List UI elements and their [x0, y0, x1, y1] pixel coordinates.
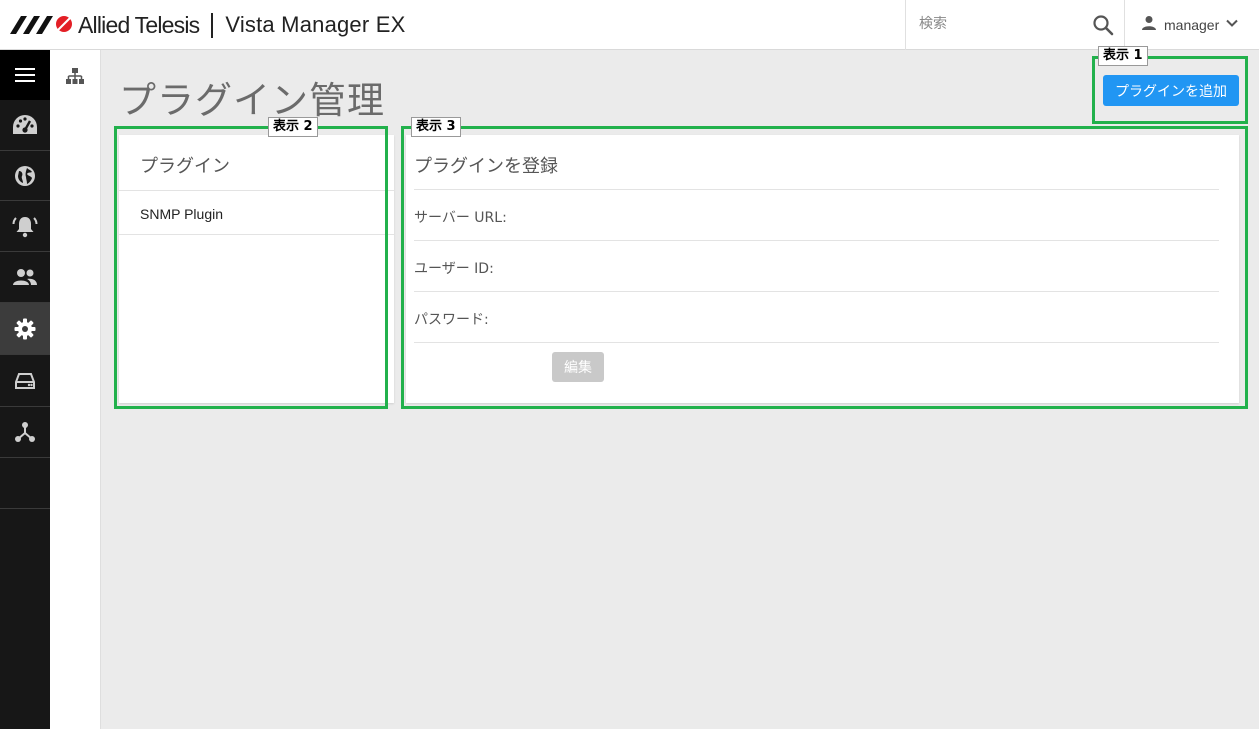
page-title: プラグイン管理	[119, 79, 385, 122]
sidebar-item-menu[interactable]	[0, 50, 50, 100]
sidebar-item-dashboard[interactable]	[0, 100, 50, 151]
callout-box-2	[114, 126, 388, 409]
user-icon	[1140, 14, 1158, 37]
secondary-nav	[50, 50, 101, 729]
storage-icon	[15, 372, 35, 389]
globe-icon	[15, 165, 35, 186]
brand-name: Allied Telesis	[78, 11, 200, 38]
callout-box-3	[401, 126, 1248, 409]
top-bar: Allied Telesis Vista Manager EX manager	[0, 0, 1259, 50]
sidebar-item-settings[interactable]	[0, 303, 50, 355]
search-input[interactable]	[919, 14, 1079, 34]
user-menu[interactable]: manager	[1140, 14, 1239, 36]
menu-icon	[15, 68, 35, 82]
network-icon	[15, 422, 35, 442]
callout-label-3: 表示 3	[411, 117, 461, 137]
sidebar-item-globe[interactable]	[0, 151, 50, 201]
gear-icon	[14, 318, 36, 339]
alarm-icon	[12, 217, 38, 238]
allied-telesis-logo-icon	[10, 15, 73, 35]
chevron-down-icon	[1225, 16, 1239, 35]
sidebar-item-network[interactable]	[0, 407, 50, 458]
sidebar-item-users[interactable]	[0, 252, 50, 303]
sidebar-item-storage[interactable]	[0, 355, 50, 407]
product-name: Vista Manager EX	[225, 12, 406, 37]
callout-box-1	[1092, 56, 1248, 124]
hierarchy-icon[interactable]	[66, 68, 84, 89]
sidebar-item-empty	[0, 458, 50, 509]
users-icon	[13, 269, 37, 285]
search-box	[905, 0, 1125, 50]
search-icon[interactable]	[1091, 13, 1115, 37]
user-name: manager	[1164, 17, 1220, 33]
sidebar-item-alarms[interactable]	[0, 201, 50, 252]
callout-label-2: 表示 2	[268, 117, 318, 137]
app-logo[interactable]: Allied Telesis Vista Manager EX	[10, 12, 405, 38]
sidebar	[0, 50, 50, 729]
logo-separator	[211, 12, 214, 38]
dashboard-icon	[13, 115, 37, 134]
callout-label-1: 表示 1	[1098, 46, 1148, 66]
